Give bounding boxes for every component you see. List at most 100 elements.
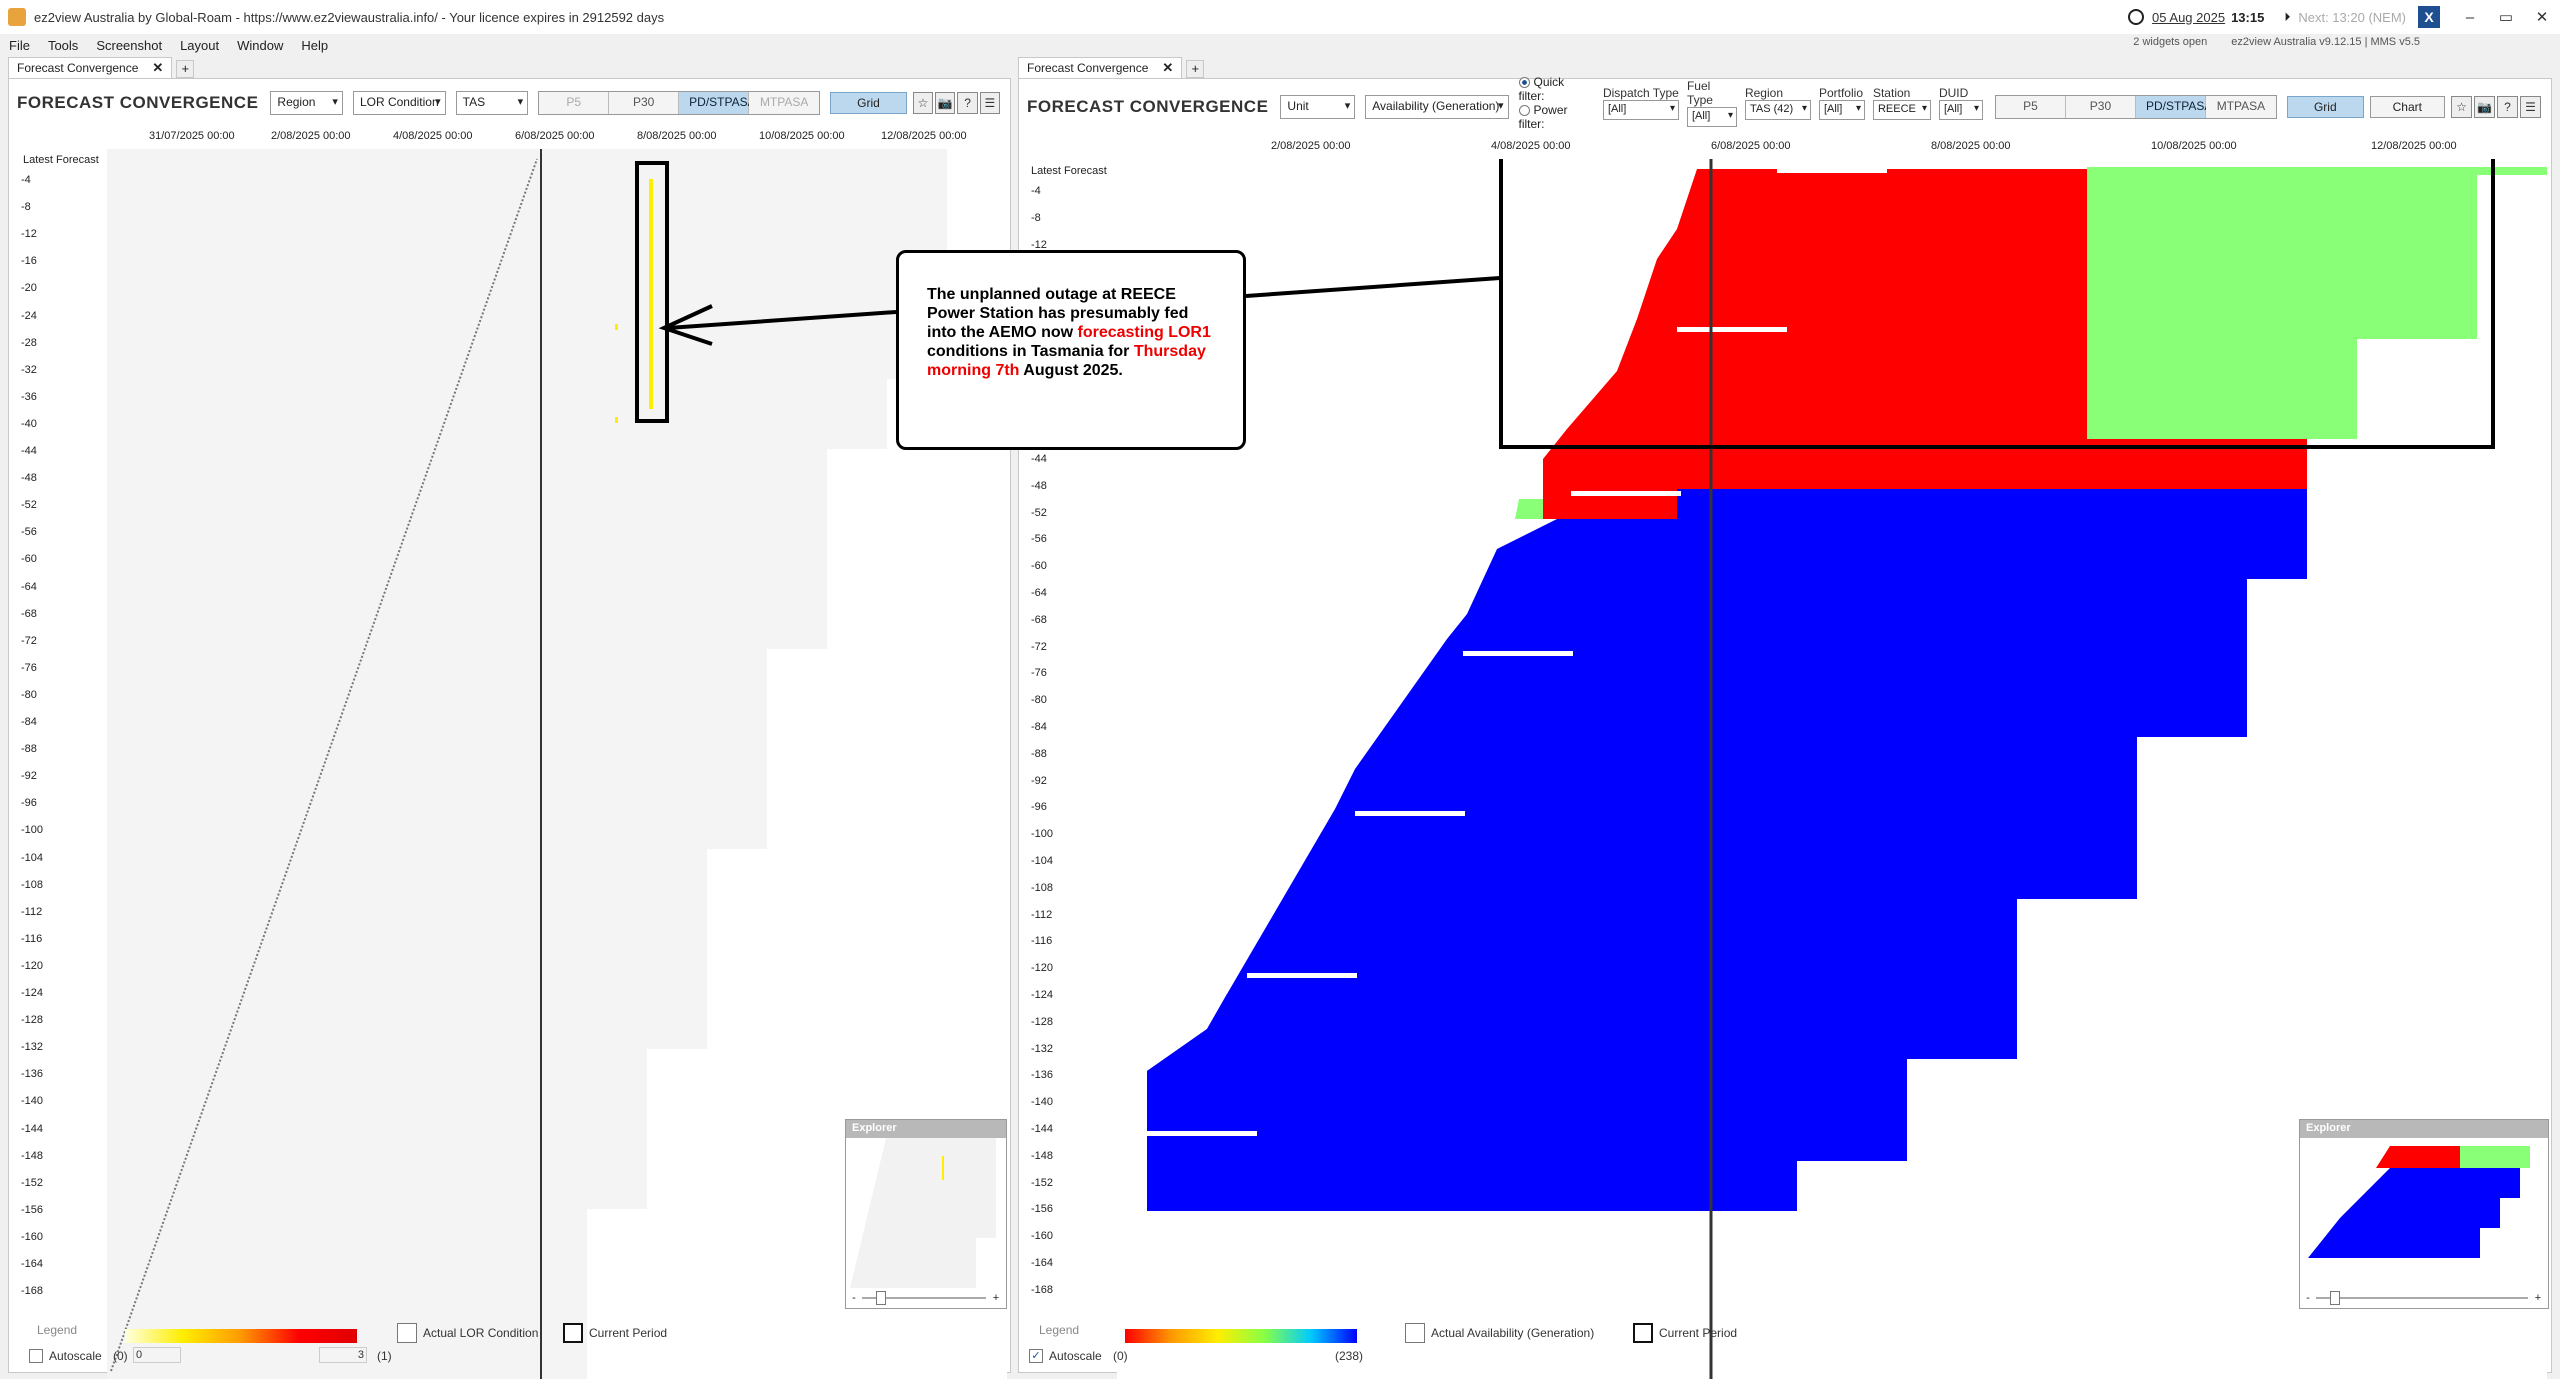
- filter-station: Station REECE: [1872, 86, 1931, 120]
- tab-label: Forecast Convergence: [17, 61, 139, 75]
- version-label: ez2view Australia v9.12.15 | MMS v5.5: [2231, 36, 2420, 48]
- left-explorer[interactable]: Explorer - +: [845, 1119, 1007, 1309]
- y-tick-label: -12: [1031, 238, 1047, 251]
- minimize-button[interactable]: –: [2452, 9, 2488, 26]
- p30-button[interactable]: P30: [2065, 96, 2136, 118]
- menu-window[interactable]: Window: [228, 38, 292, 53]
- region-filter-dropdown[interactable]: TAS (42): [1744, 100, 1811, 120]
- region-dropdown[interactable]: Region: [270, 91, 343, 115]
- range-min-input[interactable]: 0: [133, 1347, 181, 1363]
- unit-dropdown[interactable]: Unit: [1280, 95, 1356, 119]
- y-tick-label: -12: [21, 228, 37, 241]
- x-logo-icon[interactable]: X: [2418, 6, 2440, 28]
- current-period-swatch: [563, 1323, 583, 1343]
- step-forward-icon[interactable]: ⏵: [2284, 10, 2290, 25]
- y-tick-label: -8: [21, 201, 31, 214]
- current-date[interactable]: 05 Aug 2025: [2152, 10, 2225, 25]
- x-tick-label: 8/08/2025 00:00: [1931, 140, 2011, 152]
- scroll-left-button[interactable]: -: [846, 1292, 862, 1304]
- menu-layout[interactable]: Layout: [171, 38, 228, 53]
- power-filter-radio[interactable]: [1518, 105, 1530, 117]
- y-tick-label: -124: [1031, 989, 1054, 1001]
- dispatch-type-dropdown[interactable]: [All]: [1602, 100, 1679, 120]
- autoscale-checkbox[interactable]: [29, 1349, 43, 1363]
- menu-screenshot[interactable]: Screenshot: [87, 38, 171, 53]
- tab-forecast-convergence-right[interactable]: Forecast Convergence ✕: [1018, 57, 1183, 78]
- grid-button[interactable]: Grid: [830, 92, 907, 114]
- tab-forecast-convergence-left[interactable]: Forecast Convergence ✕: [8, 57, 173, 78]
- grid-button[interactable]: Grid: [2286, 96, 2364, 118]
- y-tick-label: -32: [21, 363, 37, 376]
- add-tab-button[interactable]: +: [176, 60, 195, 78]
- menu-icon[interactable]: ☰: [979, 92, 1000, 114]
- menu-help[interactable]: Help: [292, 38, 337, 53]
- tab-label: Forecast Convergence: [1027, 61, 1149, 75]
- portfolio-dropdown[interactable]: [All]: [1818, 100, 1865, 120]
- y-tick-label: -152: [1031, 1176, 1054, 1189]
- close-icon[interactable]: ✕: [152, 60, 163, 76]
- close-icon[interactable]: ✕: [1162, 60, 1173, 76]
- scroll-left-button[interactable]: -: [2300, 1292, 2316, 1304]
- right-explorer[interactable]: Explorer - +: [2299, 1119, 2549, 1309]
- y-tick-label: -104: [1031, 855, 1054, 867]
- range-min-label: (0): [113, 1349, 128, 1363]
- p30-button[interactable]: P30: [609, 92, 680, 114]
- zoom-slider[interactable]: [2316, 1291, 2528, 1305]
- widgets-open-label[interactable]: 2 widgets open: [2133, 36, 2207, 48]
- y-tick-label: -60: [21, 553, 37, 566]
- p5-button[interactable]: P5: [539, 92, 610, 114]
- y-tick-label: -64: [21, 580, 37, 593]
- y-tick-label: -132: [1031, 1042, 1054, 1055]
- y-tick-label: -4: [1031, 185, 1041, 197]
- help-icon[interactable]: ?: [2496, 96, 2518, 118]
- y-tick-label: -156: [1031, 1203, 1054, 1216]
- scroll-right-button[interactable]: +: [2528, 1292, 2548, 1304]
- pdstpasa-button[interactable]: PD/STPASA: [2135, 96, 2212, 118]
- menu-icon[interactable]: ☰: [2519, 96, 2541, 118]
- lor-condition-dropdown[interactable]: LOR Condition: [352, 91, 446, 115]
- y-tick-label: -72: [21, 634, 37, 647]
- autoscale-checkbox[interactable]: [1029, 1349, 1043, 1363]
- duid-dropdown[interactable]: [All]: [1938, 100, 1983, 120]
- camera-icon[interactable]: 📷: [2473, 96, 2495, 118]
- zoom-slider-handle[interactable]: [2330, 1291, 2340, 1305]
- quick-filter-option[interactable]: Quick filter:: [1518, 75, 1593, 103]
- range-max-label: (1): [377, 1349, 392, 1363]
- next-interval[interactable]: Next: 13:20 (NEM): [2298, 10, 2406, 25]
- close-button[interactable]: ✕: [2524, 8, 2560, 26]
- mtpasa-button[interactable]: MTPASA: [749, 92, 820, 114]
- maximize-button[interactable]: ▭: [2488, 8, 2524, 26]
- menu-tools[interactable]: Tools: [39, 38, 87, 53]
- zoom-slider[interactable]: [862, 1291, 986, 1305]
- widget-title: FORECAST CONVERGENCE: [17, 93, 259, 112]
- mtpasa-button[interactable]: MTPASA: [2205, 96, 2276, 118]
- title-bar: ez2view Australia by Global-Roam - https…: [0, 0, 2560, 34]
- chart-button[interactable]: Chart: [2369, 96, 2445, 118]
- range-max-input[interactable]: 3: [319, 1347, 367, 1363]
- horizon-selector: P5 P30 PD/STPASA MTPASA: [538, 91, 821, 115]
- help-icon[interactable]: ?: [957, 92, 978, 114]
- quick-filter-radio[interactable]: [1518, 77, 1530, 89]
- star-icon[interactable]: ☆: [912, 92, 934, 114]
- tas-dropdown[interactable]: TAS: [455, 91, 529, 115]
- availability-dropdown[interactable]: Availability (Generation): [1365, 95, 1509, 119]
- y-tick-label: -168: [1031, 1283, 1054, 1296]
- menu-file[interactable]: File: [0, 38, 39, 53]
- zoom-slider-handle[interactable]: [876, 1291, 886, 1305]
- fuel-type-dropdown[interactable]: [All]: [1686, 107, 1737, 127]
- app-logo-icon: [8, 8, 26, 26]
- station-dropdown[interactable]: REECE: [1872, 100, 1931, 120]
- power-filter-option[interactable]: Power filter:: [1518, 103, 1593, 131]
- p5-button[interactable]: P5: [1995, 96, 2066, 118]
- y-tick-label: -16: [21, 255, 37, 268]
- explorer-header: Explorer: [846, 1120, 1006, 1138]
- actual-lor-swatch: [397, 1323, 417, 1343]
- scroll-right-button[interactable]: +: [986, 1292, 1006, 1304]
- left-widget: FORECAST CONVERGENCE Region LOR Conditio…: [8, 78, 1011, 1379]
- right-legend: Legend Actual Availability (Generation) …: [1029, 1319, 2029, 1369]
- add-tab-button[interactable]: +: [1186, 60, 1205, 78]
- camera-icon[interactable]: 📷: [935, 92, 956, 114]
- star-icon[interactable]: ☆: [2450, 96, 2472, 118]
- pdstpasa-button[interactable]: PD/STPASA: [679, 92, 756, 114]
- x-tick-label: 2/08/2025 00:00: [271, 130, 351, 142]
